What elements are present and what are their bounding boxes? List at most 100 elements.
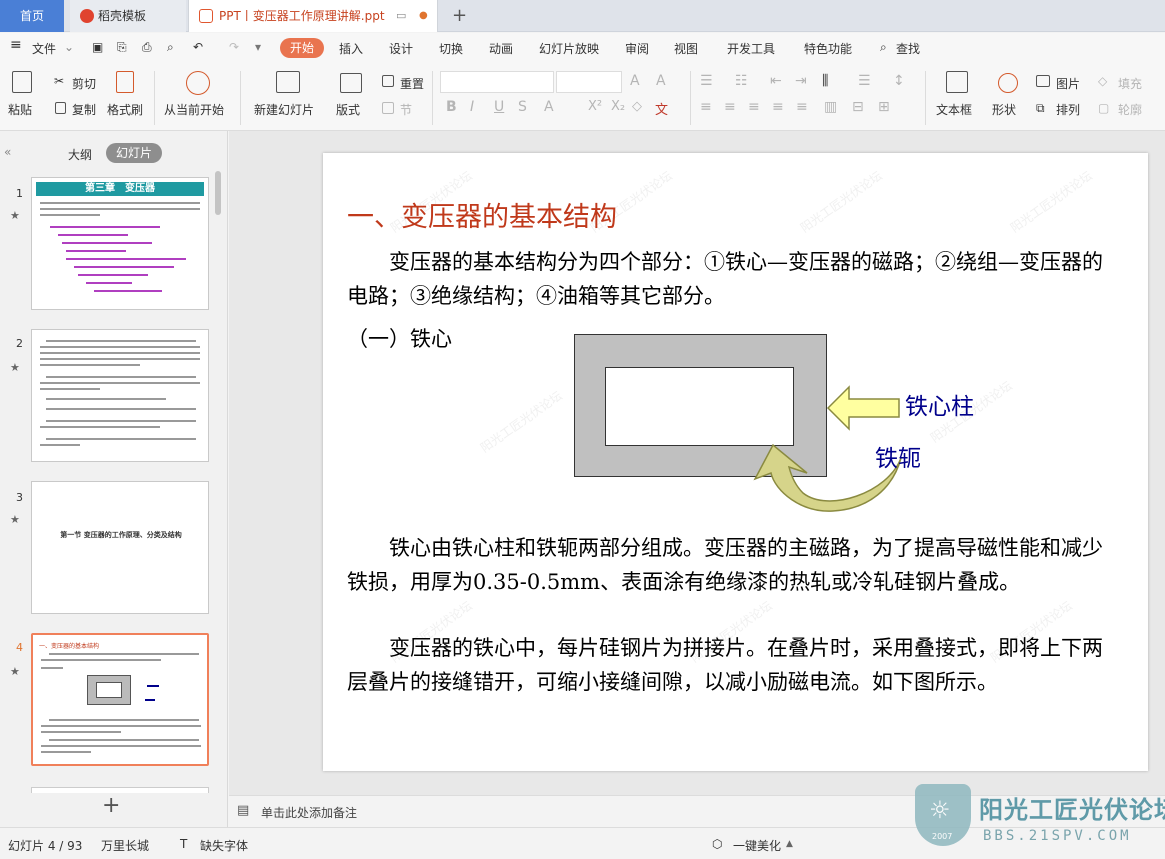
reset-icon[interactable] bbox=[382, 75, 394, 87]
smartart-icon[interactable]: ⊞ bbox=[878, 99, 890, 115]
arrange-icon[interactable]: ⧉ bbox=[1036, 101, 1045, 116]
paste-button[interactable]: 粘贴 bbox=[8, 101, 32, 118]
scrollbar-thumb[interactable] bbox=[215, 171, 221, 215]
format-painter-button[interactable]: 格式刷 bbox=[107, 101, 143, 118]
bold-icon[interactable]: B bbox=[446, 99, 457, 115]
columns-icon[interactable]: ▥ bbox=[824, 99, 837, 115]
outline-icon[interactable]: ▢ bbox=[1098, 101, 1109, 115]
slide-thumbnail-1[interactable]: 第三章 变压器 bbox=[31, 177, 209, 310]
align-center-icon[interactable]: ≡ bbox=[724, 99, 736, 115]
indent-increase-icon[interactable]: ⇥ bbox=[795, 73, 807, 89]
menu-slideshow[interactable]: 幻灯片放映 bbox=[539, 40, 599, 57]
font-size-select[interactable] bbox=[556, 71, 622, 93]
numbered-list-icon[interactable]: ☷ bbox=[735, 73, 748, 89]
section-icon[interactable] bbox=[382, 102, 394, 114]
text-box-icon[interactable] bbox=[946, 71, 968, 93]
chevron-down-icon[interactable]: ⌄ bbox=[64, 40, 74, 54]
collapse-panel-icon[interactable]: « bbox=[4, 145, 11, 159]
outline-button[interactable]: 轮廓 bbox=[1118, 101, 1142, 118]
menu-file[interactable]: 文件 bbox=[32, 40, 56, 57]
underline-icon[interactable]: U bbox=[494, 99, 504, 115]
layout-icon[interactable] bbox=[340, 73, 362, 93]
decrease-font-icon[interactable]: A bbox=[656, 73, 666, 89]
new-slide-button[interactable]: 新建幻灯片 bbox=[254, 101, 314, 118]
clear-format-icon[interactable]: ◇ bbox=[632, 99, 642, 114]
new-slide-icon[interactable] bbox=[276, 71, 300, 93]
save-icon[interactable]: ▣ bbox=[92, 40, 103, 54]
hamburger-icon[interactable]: ≡ bbox=[10, 37, 22, 53]
slides-tab[interactable]: 幻灯片 bbox=[106, 143, 162, 163]
arrange-button[interactable]: 排列 bbox=[1056, 101, 1080, 118]
theme-name[interactable]: 万里长城 bbox=[101, 837, 149, 854]
window-icon[interactable]: ▭ bbox=[396, 0, 406, 32]
menu-start[interactable]: 开始 bbox=[280, 38, 324, 58]
slide-thumbnail-3[interactable]: 第一节 变压器的工作原理、分类及结构 bbox=[31, 481, 209, 614]
menu-insert[interactable]: 插入 bbox=[339, 40, 363, 57]
cut-icon[interactable]: ✂ bbox=[54, 74, 64, 88]
section-button[interactable]: 节 bbox=[400, 101, 412, 118]
fill-button[interactable]: 填充 bbox=[1118, 75, 1142, 92]
menu-developer[interactable]: 开发工具 bbox=[727, 40, 775, 57]
align-left-icon[interactable]: ≡ bbox=[700, 99, 712, 115]
line-spacing-icon[interactable]: ↕ bbox=[893, 73, 905, 89]
font-color-icon[interactable]: A bbox=[544, 99, 554, 115]
phonetic-icon[interactable]: 文 bbox=[655, 99, 668, 118]
align-right-icon[interactable]: ≡ bbox=[748, 99, 760, 115]
copy-button[interactable]: 复制 bbox=[72, 101, 96, 118]
chevron-up-icon[interactable]: ▲ bbox=[786, 839, 793, 849]
fill-icon[interactable]: ◇ bbox=[1098, 74, 1107, 88]
menu-review[interactable]: 审阅 bbox=[625, 40, 649, 57]
missing-fonts-button[interactable]: 缺失字体 bbox=[200, 837, 248, 854]
tab-docer-template[interactable]: 稻壳模板 bbox=[70, 0, 186, 32]
layout-button[interactable]: 版式 bbox=[336, 101, 360, 118]
print-preview-icon[interactable]: ⌕ bbox=[167, 40, 174, 55]
shape-icon[interactable] bbox=[998, 73, 1018, 93]
text-direction-icon[interactable]: ⫼ bbox=[822, 73, 828, 89]
superscript-icon[interactable]: X² bbox=[588, 99, 602, 114]
menu-design[interactable]: 设计 bbox=[389, 40, 413, 57]
subscript-icon[interactable]: X₂ bbox=[611, 99, 625, 114]
export-icon[interactable]: ⎘ bbox=[117, 40, 127, 55]
from-current-button[interactable]: 从当前开始 bbox=[164, 101, 224, 118]
reset-button[interactable]: 重置 bbox=[400, 75, 424, 92]
bullet-list-icon[interactable]: ☰ bbox=[700, 73, 713, 89]
slide-thumbnail-2[interactable] bbox=[31, 329, 209, 462]
slide-thumbnail-4[interactable]: 一、变压器的基本结构 bbox=[31, 633, 209, 766]
redo-icon[interactable]: ↷ bbox=[229, 40, 239, 54]
copy-icon[interactable] bbox=[55, 102, 66, 114]
menu-animation[interactable]: 动画 bbox=[489, 40, 513, 57]
paste-icon[interactable] bbox=[12, 71, 32, 93]
font-name-select[interactable] bbox=[440, 71, 554, 93]
outline-tab[interactable]: 大纲 bbox=[68, 146, 92, 163]
strikethrough-icon[interactable]: S bbox=[518, 99, 527, 115]
shape-button[interactable]: 形状 bbox=[992, 101, 1016, 118]
picture-button[interactable]: 图片 bbox=[1056, 75, 1080, 92]
cut-button[interactable]: 剪切 bbox=[72, 75, 96, 92]
slide-canvas[interactable]: 阳光工匠光伏论坛 阳光工匠光伏论坛 阳光工匠光伏论坛 阳光工匠光伏论坛 阳光工匠… bbox=[323, 153, 1148, 771]
menu-search[interactable]: 查找 bbox=[896, 40, 920, 57]
menu-transition[interactable]: 切换 bbox=[439, 40, 463, 57]
indent-decrease-icon[interactable]: ⇤ bbox=[770, 73, 782, 89]
increase-font-icon[interactable]: A bbox=[630, 73, 640, 89]
quick-access-dropdown-icon[interactable]: ▾ bbox=[255, 40, 261, 54]
search-icon[interactable]: ⌕ bbox=[880, 40, 887, 55]
vertical-align-icon[interactable]: ⊟ bbox=[852, 99, 864, 115]
notes-placeholder[interactable]: 单击此处添加备注 bbox=[261, 804, 357, 821]
add-slide-button[interactable]: + bbox=[102, 793, 120, 818]
format-painter-icon[interactable] bbox=[116, 71, 134, 93]
picture-icon[interactable] bbox=[1036, 75, 1050, 87]
tab-home[interactable]: 首页 bbox=[0, 0, 64, 32]
menu-view[interactable]: 视图 bbox=[674, 40, 698, 57]
text-box-button[interactable]: 文本框 bbox=[936, 101, 972, 118]
play-icon[interactable] bbox=[186, 71, 210, 95]
distribute-icon[interactable]: ≡ bbox=[796, 99, 808, 115]
new-tab-button[interactable]: + bbox=[452, 0, 467, 32]
italic-icon[interactable]: I bbox=[470, 99, 474, 115]
print-icon[interactable]: ⎙ bbox=[142, 40, 152, 55]
beautify-button[interactable]: 一键美化 bbox=[733, 837, 781, 854]
menu-features[interactable]: 特色功能 bbox=[804, 40, 852, 57]
undo-icon[interactable]: ↶ bbox=[193, 40, 203, 54]
justify-icon[interactable]: ≡ bbox=[772, 99, 784, 115]
align-text-icon[interactable]: ☰ bbox=[858, 73, 871, 89]
tab-document[interactable]: PPT丨变压器工作原理讲解.ppt ▭ ● bbox=[188, 0, 438, 32]
